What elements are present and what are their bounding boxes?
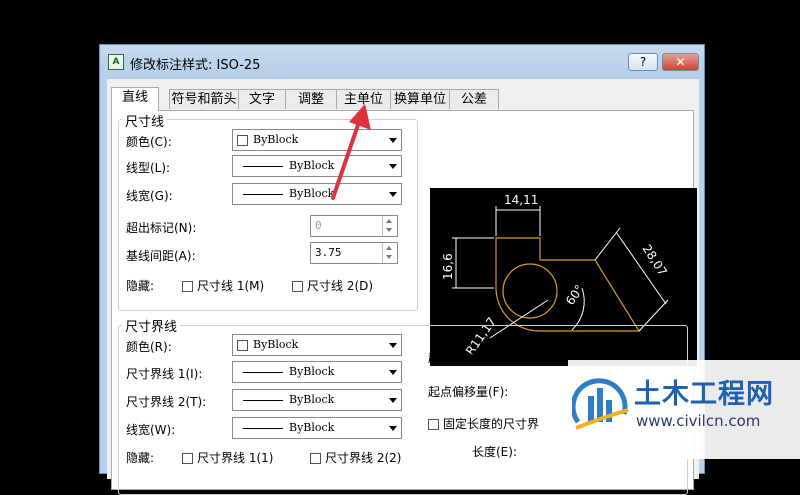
suppress-dimline-2-checkbox[interactable]: 尺寸线 2(D)	[292, 277, 373, 294]
fixed-length-label: 长度(E):	[472, 445, 517, 459]
extline-color-value: ByBlock	[253, 338, 299, 351]
baseline-spacing-value: 3.75	[315, 246, 342, 259]
part-hole	[502, 263, 558, 319]
tab-tolerances[interactable]: 公差	[449, 89, 499, 109]
chevron-down-icon	[389, 426, 397, 431]
spinner-buttons[interactable]	[382, 243, 397, 263]
checkbox-box	[428, 419, 439, 430]
extline-suppress-label: 隐藏:	[126, 451, 155, 465]
dimline-lineweight-combo[interactable]: ByBlock	[232, 183, 402, 205]
preview-dim-angle: 60°	[563, 282, 587, 307]
title-bar[interactable]: A 修改标注样式: ISO-25 ? ✕	[100, 45, 704, 79]
line-sample	[243, 400, 283, 401]
line-sample	[243, 428, 283, 429]
chevron-down-icon	[389, 164, 397, 169]
extline-color-combo[interactable]: ByBlock	[232, 334, 402, 356]
tab-symbols-arrows[interactable]: 符号和箭头	[169, 89, 239, 109]
window-title: 修改标注样式: ISO-25	[130, 58, 261, 73]
baseline-spacing-spinner[interactable]: 3.75	[310, 242, 398, 264]
close-button[interactable]: ✕	[662, 53, 699, 71]
dimension-lines-legend: 尺寸线	[122, 111, 168, 130]
suppress-extline-2-label: 尺寸界线 2(2)	[325, 451, 402, 465]
suppress-extline-1-label: 尺寸界线 1(1)	[197, 451, 274, 465]
suppress-dimline-2-label: 尺寸线 2(D)	[307, 279, 374, 293]
help-button[interactable]: ?	[628, 53, 658, 71]
suppress-dimline-1-label: 尺寸线 1(M)	[197, 279, 265, 293]
suppress-dimline-1-checkbox[interactable]: 尺寸线 1(M)	[182, 277, 264, 294]
line-sample	[243, 372, 283, 373]
dimline-color-value: ByBlock	[253, 133, 299, 146]
extend-beyond-ticks-label: 超出标记(N):	[126, 221, 197, 235]
extension-lines-legend: 尺寸界线	[122, 316, 181, 335]
annotation-arrow-icon	[331, 104, 371, 200]
dimline-suppress-label: 隐藏:	[126, 279, 155, 293]
extline-lineweight-value: ByBlock	[289, 421, 335, 434]
tab-alternate-units[interactable]: 换算单位	[390, 89, 450, 109]
checkbox-box	[292, 281, 303, 292]
chevron-down-icon	[389, 343, 397, 348]
extline-lineweight-combo[interactable]: ByBlock	[232, 417, 402, 439]
civilcn-logo-icon	[572, 378, 629, 430]
watermark-url: www.civilcn.com	[636, 412, 761, 430]
extline-1-linetype-combo[interactable]: ByBlock	[232, 361, 402, 383]
chevron-down-icon	[389, 138, 397, 143]
dimline-linetype-label: 线型(L):	[126, 161, 171, 175]
dimline-linetype-combo[interactable]: ByBlock	[232, 155, 402, 177]
suppress-extline-1-checkbox[interactable]: 尺寸界线 1(1)	[182, 449, 273, 466]
fixed-length-extlines-label: 固定长度的尺寸界	[443, 417, 540, 431]
arrow-up-icon	[386, 246, 392, 250]
chevron-down-icon	[389, 398, 397, 403]
arrow-down-icon	[386, 228, 392, 232]
extline-1-linetype-value: ByBlock	[289, 365, 335, 378]
dimline-color-combo[interactable]: ByBlock	[232, 129, 402, 151]
extline-lineweight-label: 线宽(W):	[126, 423, 176, 437]
watermark: 土木工程网 www.civilcn.com	[568, 360, 800, 459]
spinner-buttons[interactable]	[382, 216, 397, 236]
color-swatch	[237, 340, 248, 351]
extend-beyond-ticks-spinner[interactable]: 0	[310, 215, 398, 237]
chevron-down-icon	[389, 370, 397, 375]
fixed-length-extlines-checkbox[interactable]: 固定长度的尺寸界	[428, 415, 539, 432]
extline-color-label: 颜色(R):	[126, 340, 172, 354]
extline-2-linetype-value: ByBlock	[289, 393, 335, 406]
dimline-lineweight-label: 线宽(G):	[126, 189, 173, 203]
extline-2-linetype-label: 尺寸界线 2(T):	[126, 395, 207, 409]
checkbox-box	[182, 281, 193, 292]
tab-text[interactable]: 文字	[238, 89, 286, 109]
arrow-down-icon	[386, 255, 392, 259]
line-sample	[243, 194, 283, 195]
arrow-up-icon	[386, 219, 392, 223]
extend-beyond-ticks-value: 0	[315, 219, 322, 232]
extline-1-linetype-label: 尺寸界线 1(I):	[126, 367, 203, 381]
part-outline	[495, 237, 641, 332]
preview-dim-top: 14,11	[504, 193, 538, 207]
extline-2-linetype-combo[interactable]: ByBlock	[232, 389, 402, 411]
line-sample	[243, 166, 283, 167]
preview-dim-left: 16,6	[441, 253, 455, 280]
dimline-color-label: 颜色(C):	[126, 135, 172, 149]
baseline-spacing-label: 基线间距(A):	[126, 249, 196, 263]
tab-lines[interactable]: 直线	[111, 87, 159, 111]
suppress-extline-2-checkbox[interactable]: 尺寸界线 2(2)	[310, 449, 401, 466]
dimstyle-icon: A	[108, 54, 124, 70]
chevron-down-icon	[389, 192, 397, 197]
color-swatch	[237, 135, 248, 146]
offset-from-origin-label: 起点偏移量(F):	[428, 385, 509, 399]
extend-beyond-dimlines-label: 超出尺寸线(X):	[428, 351, 510, 365]
watermark-brand: 土木工程网	[634, 379, 774, 410]
